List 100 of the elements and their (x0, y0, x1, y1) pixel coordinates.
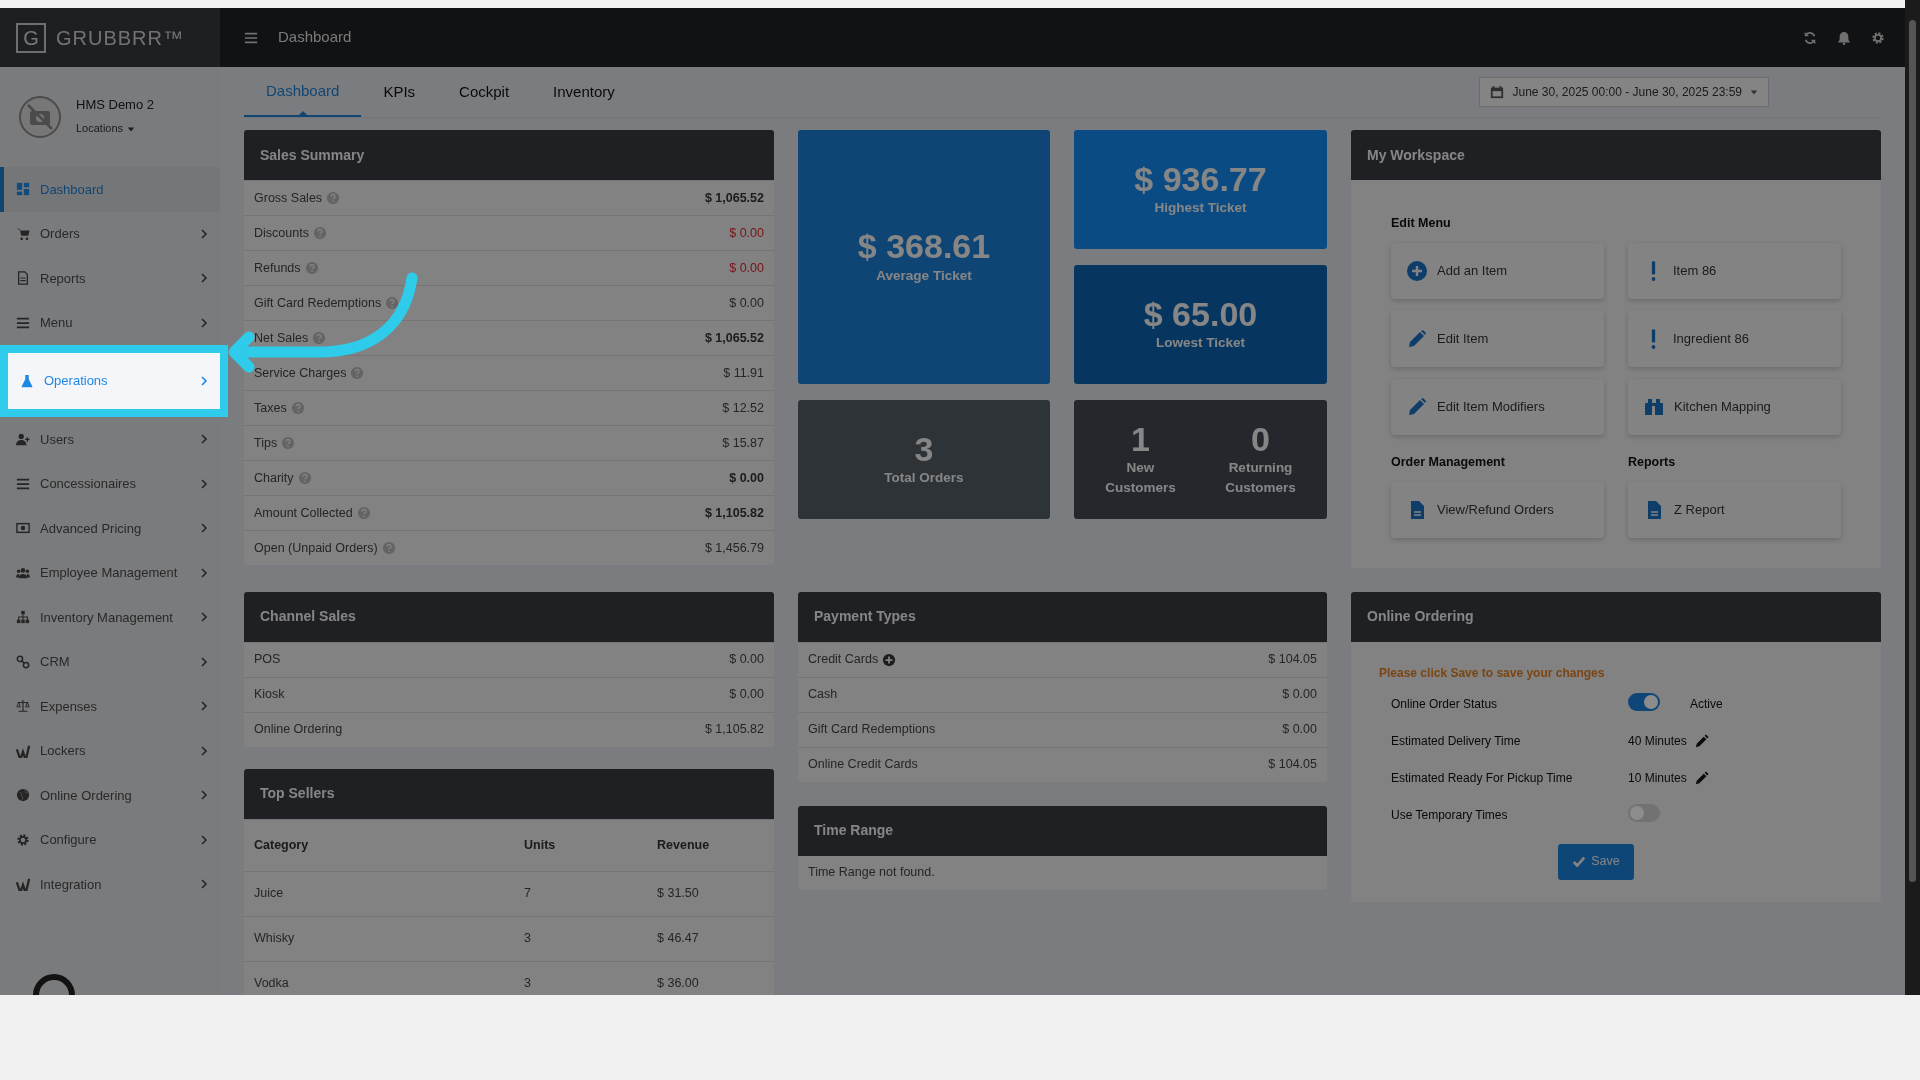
brand-name: GRUBBRR™ (56, 25, 184, 51)
sidebar-item[interactable]: Configure (0, 817, 220, 862)
shortcut-button[interactable]: Edit Item Modifiers (1391, 378, 1604, 435)
row-value: $ 12.52 (722, 399, 764, 417)
sidebar-item[interactable]: Orders (0, 211, 220, 256)
row-label: Refunds (254, 259, 301, 277)
row-value: $ 0.00 (1282, 686, 1317, 704)
sidebar-item[interactable]: Advanced Pricing (0, 506, 220, 551)
tab[interactable]: Inventory (531, 67, 637, 117)
row-value: $ 1,065.52 (704, 329, 764, 347)
account-name: HMS Demo 2 (76, 95, 155, 114)
help-icon (312, 331, 327, 345)
toolbox-icon (1644, 396, 1664, 417)
stat-label: New Customers (1104, 458, 1177, 498)
sidebar-item[interactable]: Integration (0, 862, 220, 907)
flask-icon (20, 374, 34, 388)
calendar-icon (1490, 85, 1505, 99)
stat-value: $ 936.77 (1134, 160, 1267, 199)
locations-dropdown[interactable]: Locations (76, 120, 136, 137)
row-value: $ 104.05 (1268, 651, 1317, 669)
setting-label: Estimated Ready For Pickup Time (1391, 770, 1574, 787)
sidebar-item[interactable]: Online Ordering (0, 773, 220, 818)
row-label: POS (254, 651, 281, 669)
banknote-icon (16, 521, 30, 536)
sidebar-item[interactable]: Dashboard (0, 167, 220, 212)
shortcut-button[interactable]: Kitchen Mapping (1628, 378, 1841, 435)
panel-title: Top Sellers (244, 768, 774, 819)
sidebar-item[interactable]: Expenses (0, 684, 220, 729)
scale-icon (16, 699, 30, 714)
link-icon (16, 654, 30, 669)
row-value: $ 0.00 (729, 686, 764, 704)
row-label: Online Credit Cards (808, 756, 918, 774)
exclamation-icon (1651, 328, 1656, 349)
refresh-icon[interactable] (1803, 30, 1817, 45)
panel-title: Channel Sales (244, 591, 774, 642)
row-value: $ 0.00 (729, 294, 764, 312)
toggle-switch[interactable] (1628, 803, 1660, 822)
exclamation-icon (1651, 260, 1656, 281)
row-label: Online Ordering (254, 721, 343, 739)
gear-icon (16, 832, 30, 847)
table-cell-text: Juice (254, 885, 285, 903)
settings-icon[interactable] (1871, 30, 1885, 45)
menu-icon[interactable] (244, 30, 258, 45)
sidebar-item[interactable]: Reports (0, 256, 220, 301)
row-value: $ 1,065.52 (704, 189, 764, 207)
date-range-picker[interactable]: June 30, 2025 00:00 - June 30, 2025 23:59 (1479, 77, 1769, 107)
tab[interactable]: Dashboard (244, 67, 362, 117)
toggle-switch[interactable] (1628, 692, 1660, 711)
tab[interactable]: Cockpit (437, 67, 532, 117)
row-value: $ 0.00 (729, 651, 764, 669)
setting-label: Use Temporary Times (1391, 807, 1509, 824)
help-icon (326, 191, 341, 205)
shortcut-button[interactable]: Ingredient 86 (1628, 310, 1841, 367)
sidebar-item[interactable]: Users (0, 417, 220, 462)
sidebar-item[interactable]: Concessionaires (0, 461, 220, 506)
sidebar-item[interactable]: Menu (0, 300, 220, 345)
section-title: Order Management (1391, 453, 1506, 471)
row-label: Tips (254, 434, 278, 452)
shortcut-button[interactable]: View/Refund Orders (1391, 481, 1604, 538)
help-icon (290, 401, 305, 415)
help-icon (356, 506, 371, 520)
section-title: Reports (1628, 453, 1677, 471)
stat-label: Lowest Ticket (1156, 334, 1245, 353)
row-label: Gift Card Redemptions (808, 721, 936, 739)
stat-value: 3 (914, 430, 934, 469)
stat-label: Average Ticket (876, 266, 972, 285)
list-icon (16, 315, 30, 330)
table-cell-text: $ 46.47 (657, 930, 700, 948)
pencil-icon[interactable] (1694, 734, 1709, 748)
bell-icon[interactable] (1837, 30, 1851, 45)
pencil-icon[interactable] (1694, 771, 1709, 785)
user-plus-icon (16, 432, 30, 447)
sidebar-item[interactable]: Operations (0, 345, 228, 417)
help-icon (312, 226, 327, 240)
sidebar-item[interactable]: CRM (0, 639, 220, 684)
help-icon (350, 366, 365, 380)
setting-value: 10 Minutes (1628, 770, 1687, 787)
row-value: $ 0.00 (729, 224, 764, 242)
table-cell-text: 3 (524, 930, 532, 948)
scrollbar[interactable] (1905, 0, 1920, 995)
shortcut-button[interactable]: Item 86 (1628, 242, 1841, 299)
users-icon (16, 565, 30, 580)
sidebar-item[interactable]: Employee Management (0, 550, 220, 595)
table-cell-text: $ 36.00 (657, 975, 700, 993)
column-header: Revenue (657, 836, 711, 854)
sidebar-item[interactable]: Lockers (0, 728, 220, 773)
shortcut-button[interactable]: Add an Item (1391, 242, 1604, 299)
row-label: Discounts (254, 224, 309, 242)
save-button[interactable]: Save (1558, 843, 1634, 880)
sidebar-item[interactable]: Inventory Management (0, 595, 220, 640)
row-label: Net Sales (254, 329, 309, 347)
globe-icon (16, 788, 30, 803)
row-label: Service Charges (254, 364, 347, 382)
row-value: $ 1,456.79 (704, 539, 764, 557)
tab[interactable]: KPIs (361, 67, 438, 117)
help-icon (297, 471, 312, 485)
pencil-icon (1407, 328, 1427, 349)
shortcut-button[interactable]: Z Report (1628, 481, 1841, 538)
shortcut-button[interactable]: Edit Item (1391, 310, 1604, 367)
plus-circle-icon[interactable] (882, 652, 897, 667)
